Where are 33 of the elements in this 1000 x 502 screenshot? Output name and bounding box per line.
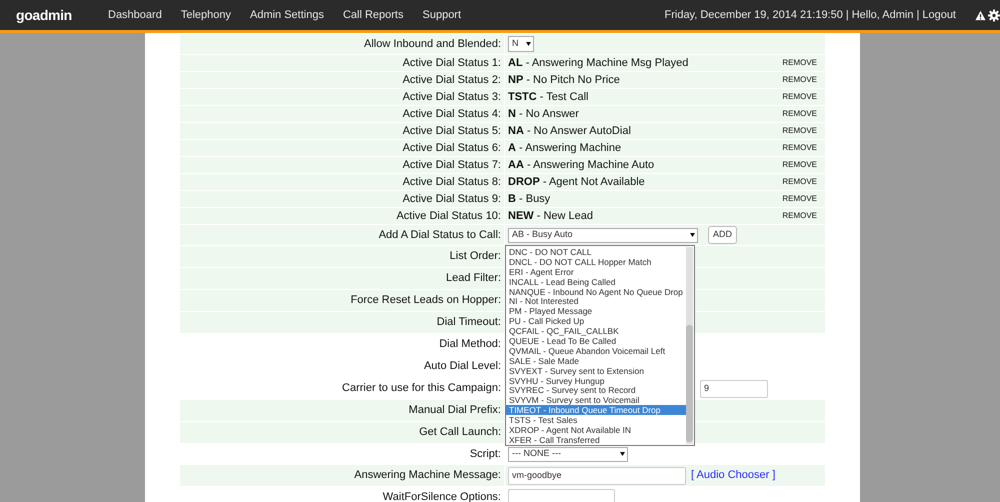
field-label: Answering Machine Message:	[180, 465, 504, 486]
field-label: Active Dial Status 10:	[180, 208, 504, 224]
field-label: Force Reset Leads on Hopper:	[180, 290, 504, 311]
status-text: A - Answering Machine	[508, 140, 622, 156]
status-text: NA - No Answer AutoDial	[508, 124, 631, 139]
field-label: Add A Dial Status to Call:	[180, 225, 504, 245]
greeting: Hello, Admin	[852, 8, 914, 23]
status-text: B - Busy	[508, 192, 550, 207]
status-text: N - No Answer	[508, 106, 579, 122]
field-label: Active Dial Status 3:	[180, 89, 504, 105]
field-label: Allow Inbound and Blended:	[180, 34, 504, 54]
field-label: Active Dial Status 4:	[180, 106, 504, 122]
field-label: Get Call Launch:	[180, 422, 504, 443]
status-text: TSTC - Test Call	[508, 90, 588, 105]
field-label: Active Dial Status 7:	[180, 157, 504, 173]
field-label: Lead Filter:	[180, 268, 504, 289]
field-label: Active Dial Status 6:	[180, 140, 504, 156]
divider: |	[846, 8, 849, 23]
status-text: NP - No Pitch No Price	[508, 72, 620, 88]
status-text: NEW - New Lead	[508, 208, 593, 224]
field-label: List Order:	[180, 246, 504, 267]
field-label: Active Dial Status 8:	[180, 174, 504, 190]
field-label: Manual Dial Prefix:	[180, 400, 504, 421]
status-text: DROP - Agent Not Available	[508, 174, 645, 190]
status-text: AL - Answering Machine Msg Played	[508, 56, 688, 71]
status-text: AA - Answering Machine Auto	[508, 158, 654, 173]
field-label: Active Dial Status 2:	[180, 72, 504, 88]
date-time: Friday, December 19, 2014 21:19:50	[664, 8, 843, 23]
field-label: Dial Timeout:	[180, 312, 504, 333]
field-label: Active Dial Status 1:	[180, 55, 504, 71]
field-label: Active Dial Status 9:	[180, 191, 504, 207]
divider: |	[916, 8, 920, 23]
field-label: Active Dial Status 5:	[180, 123, 504, 139]
